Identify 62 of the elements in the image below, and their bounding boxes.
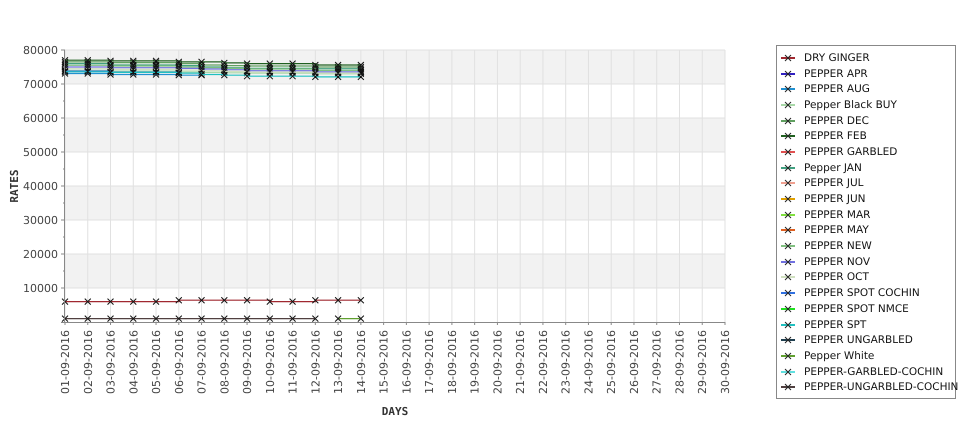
x-tick-label: 09-09-2016 xyxy=(241,330,254,394)
legend-label: PEPPER SPT xyxy=(804,318,866,331)
x-tick-label: 01-09-2016 xyxy=(59,330,72,394)
y-tick-label: 10000 xyxy=(23,282,58,295)
y-tick-label: 20000 xyxy=(23,248,58,261)
legend-label: PEPPER JUL xyxy=(804,177,864,190)
x-tick-label: 18-09-2016 xyxy=(446,330,459,394)
legend-label: PEPPER NEW xyxy=(804,240,872,252)
x-tick-label: 19-09-2016 xyxy=(468,330,482,394)
x-tick-label: 25-09-2016 xyxy=(605,330,618,394)
legend-label: PEPPER SPOT COCHIN xyxy=(804,287,920,300)
x-tick-label: 04-09-2016 xyxy=(127,330,140,394)
legend-label: Pepper Black BUY xyxy=(804,98,897,111)
x-tick-label: 07-09-2016 xyxy=(196,330,209,394)
x-tick-label: 30-09-2016 xyxy=(719,330,732,394)
y-tick-label: 80000 xyxy=(23,44,58,57)
x-tick-label: 22-09-2016 xyxy=(536,330,550,394)
x-tick-label: 02-09-2016 xyxy=(82,330,95,394)
legend-label: DRY GINGER xyxy=(804,52,870,64)
x-tick-label: 14-09-2016 xyxy=(354,330,368,394)
legend-label: Pepper JAN xyxy=(804,162,862,174)
y-tick-label: 30000 xyxy=(23,214,58,227)
legend-label: PEPPER APR xyxy=(804,68,868,80)
legend-label: PEPPER MAY xyxy=(804,224,869,236)
y-tick-label: 70000 xyxy=(23,78,58,91)
x-tick-label: 21-09-2016 xyxy=(514,330,528,394)
x-tick-label: 26-09-2016 xyxy=(628,330,641,394)
x-tick-label: 05-09-2016 xyxy=(150,330,164,394)
legend-label: PEPPER-GARBLED-COCHIN xyxy=(804,366,944,378)
legend-label: PEPPER UNGARBLED xyxy=(804,334,913,346)
legend-label: PEPPER OCT xyxy=(804,271,869,284)
y-tick-label: 40000 xyxy=(23,180,58,193)
x-tick-label: 06-09-2016 xyxy=(172,330,186,394)
x-axis-title: DAYS xyxy=(382,405,408,418)
legend-label: PEPPER DEC xyxy=(804,114,869,127)
x-tick-label: 23-09-2016 xyxy=(560,330,573,394)
x-tick-label: 08-09-2016 xyxy=(218,330,232,394)
x-tick-label: 10-09-2016 xyxy=(264,330,277,394)
y-axis-title: RATES xyxy=(8,169,21,203)
legend-label: PEPPER GARBLED xyxy=(804,146,898,158)
legend-label: PEPPER FEB xyxy=(804,130,867,142)
y-tick-label: 50000 xyxy=(23,146,58,159)
legend-label: PEPPER JUN xyxy=(804,193,866,206)
x-tick-label: 17-09-2016 xyxy=(423,330,436,394)
legend-label: PEPPER NOV xyxy=(804,256,870,268)
legend-label: PEPPER-UNGARBLED-COCHIN xyxy=(804,381,958,394)
legend-label: PEPPER AUG xyxy=(804,83,870,96)
y-tick-label: 60000 xyxy=(23,112,58,125)
x-tick-label: 13-09-2016 xyxy=(332,330,346,394)
legend-label: Pepper White xyxy=(804,350,874,362)
x-tick-label: 03-09-2016 xyxy=(104,330,118,394)
x-tick-label: 24-09-2016 xyxy=(582,330,596,394)
legend-label: PEPPER MAR xyxy=(804,208,870,221)
x-tick-label: 12-09-2016 xyxy=(309,330,322,394)
x-tick-label: 11-09-2016 xyxy=(286,330,300,394)
x-tick-label: 20-09-2016 xyxy=(491,330,504,394)
x-tick-label: 27-09-2016 xyxy=(650,330,664,394)
x-tick-label: 16-09-2016 xyxy=(400,330,414,394)
x-tick-label: 28-09-2016 xyxy=(673,330,686,394)
x-tick-label: 15-09-2016 xyxy=(378,330,391,394)
legend-label: PEPPER SPOT NMCE xyxy=(804,302,909,315)
x-tick-label: 29-09-2016 xyxy=(696,330,710,394)
